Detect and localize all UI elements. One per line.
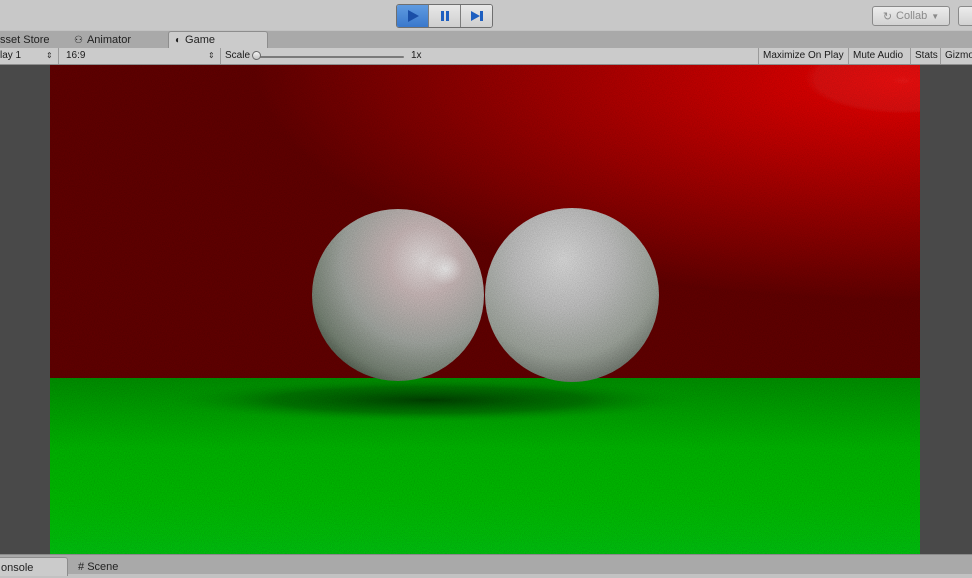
collab-sync-icon: ↻ [882,10,893,23]
divider [758,48,759,64]
main-toolbar: ↻ Collab ▼ [0,0,972,30]
display-dropdown[interactable]: lay 1 ⇕ [0,48,56,64]
aspect-value: 16:9 [66,50,86,61]
divider [910,48,911,64]
stats-toggle[interactable]: Stats [915,48,938,64]
maximize-on-play-toggle[interactable]: Maximize On Play [763,48,844,64]
tab-console-label: onsole [1,562,34,574]
tab-game[interactable]: ◐ Game [168,31,268,49]
tab-animator[interactable]: ⚇ Animator [68,32,137,48]
left-sphere [312,209,484,381]
tab-asset-store-label: sset Store [0,34,50,46]
chevron-down-icon: ▼ [931,11,940,21]
aspect-dropdown[interactable]: 16:9 ⇕ [66,48,218,64]
tab-asset-store[interactable]: sset Store [0,32,56,48]
play-button[interactable] [397,5,429,27]
account-button[interactable] [958,6,972,26]
tab-scene-label: Scene [87,561,119,573]
tab-console[interactable]: onsole [0,557,68,576]
step-icon [470,11,483,21]
red-wall [50,65,920,379]
game-icon: ◐ [175,35,182,46]
rendered-scene [50,65,920,554]
collab-label: Collab [896,10,928,22]
play-icon [407,10,419,22]
gizmos-dropdown[interactable]: Gizmo [945,48,972,64]
scene-render [50,65,920,554]
collab-button[interactable]: ↻ Collab ▼ [872,6,950,26]
scale-slider-knob[interactable] [252,51,261,60]
divider [220,48,221,64]
step-button[interactable] [461,5,492,27]
bottom-tab-bar: onsole # Scene [0,554,972,576]
scale-slider-track[interactable] [256,56,404,58]
right-sphere [485,208,659,382]
editor-tab-bar: sset Store ⚇ Animator ◐ Game [0,31,972,49]
game-viewport[interactable] [0,65,972,554]
divider [940,48,941,64]
animator-icon: ⚇ [74,35,83,46]
play-controls [396,4,493,28]
pause-button[interactable] [429,5,461,27]
divider [848,48,849,64]
tab-animator-label: Animator [86,34,131,46]
pause-icon [440,11,449,21]
grid-icon: # [78,561,85,573]
tab-game-label: Game [185,34,216,46]
scale-label: Scale [225,50,251,61]
game-view-toolbar: lay 1 ⇕ 16:9 ⇕ Scale 1x Maximize On Play… [0,48,972,65]
divider [58,48,59,64]
sphere-shadow [170,378,690,422]
mute-audio-toggle[interactable]: Mute Audio [853,48,903,64]
dropdown-arrows-icon: ⇕ [46,51,53,60]
dropdown-arrows-icon: ⇕ [208,51,215,60]
tab-scene[interactable]: # Scene [72,557,124,575]
display-value: lay 1 [0,50,22,61]
scale-value: 1x [411,50,422,61]
left-sphere-highlight [427,253,463,285]
